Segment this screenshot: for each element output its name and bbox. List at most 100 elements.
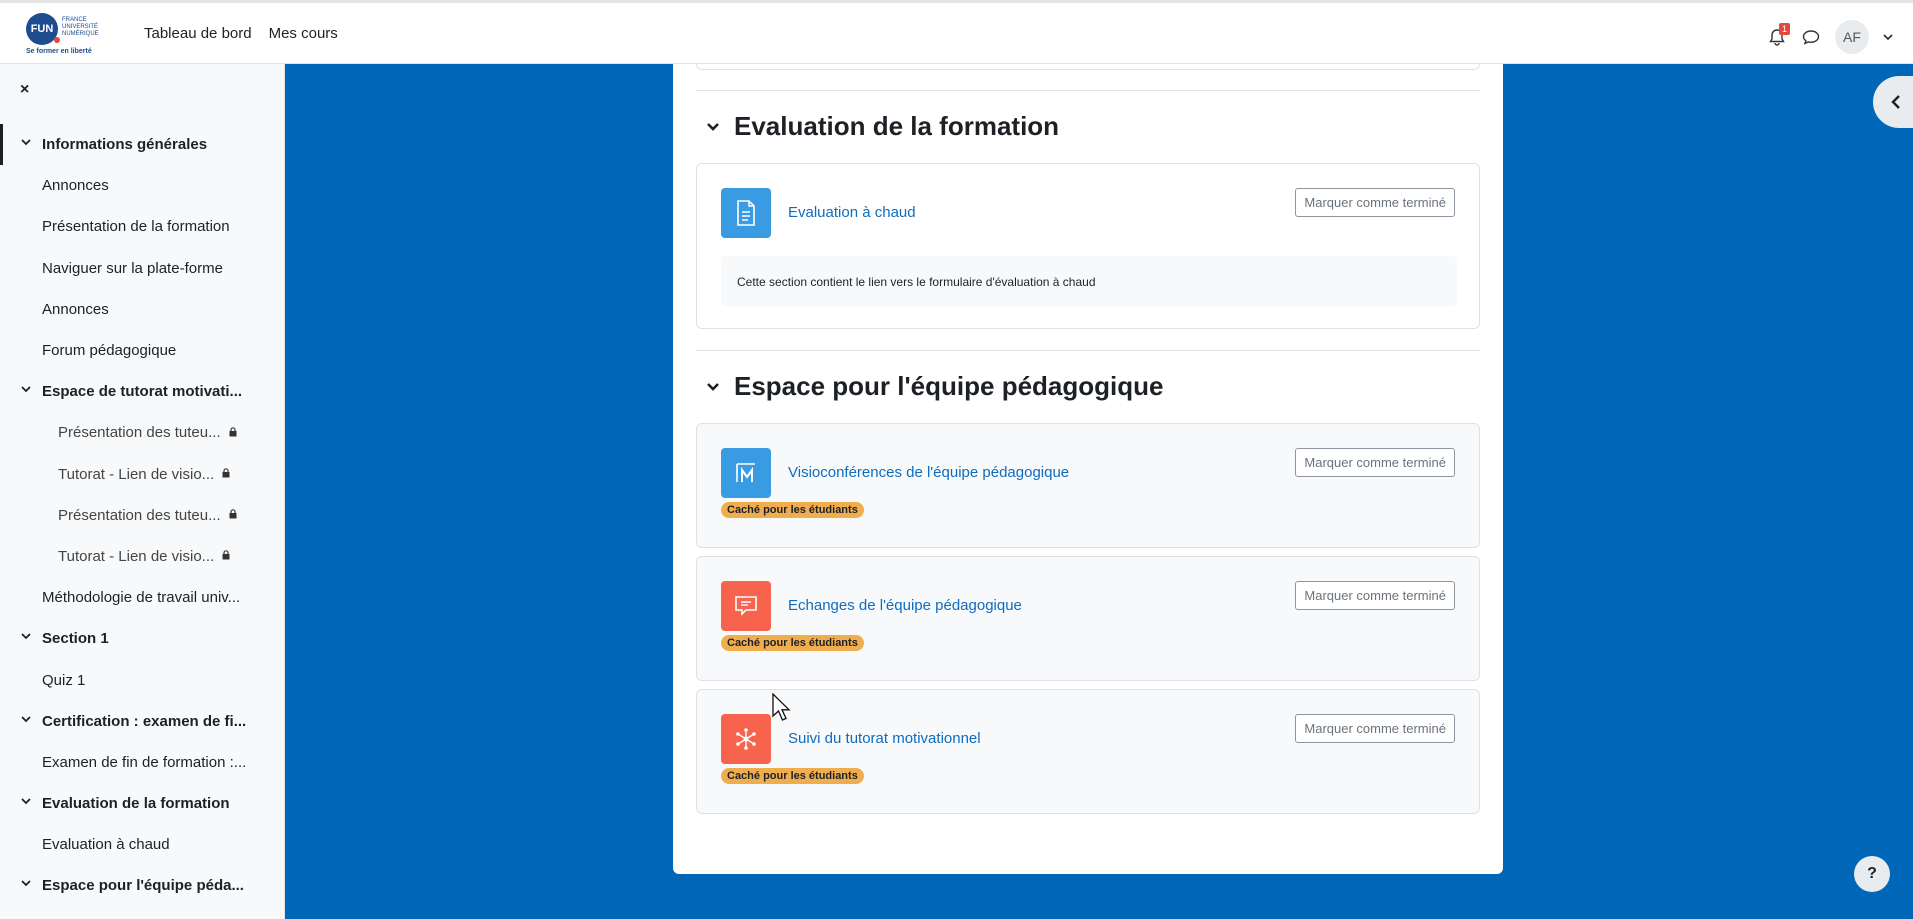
course-index-label: Espace pour l'équipe péda... bbox=[42, 877, 244, 895]
lock-icon bbox=[222, 468, 230, 480]
activity-link[interactable]: Suivi du tutorat motivationnel bbox=[788, 730, 981, 747]
course-index-label: Annonces bbox=[42, 300, 109, 318]
open-block-drawer-button[interactable] bbox=[1873, 76, 1913, 128]
notification-count-badge: 1 bbox=[1779, 23, 1791, 35]
section-title-team-space[interactable]: Espace pour l'équipe pédagogique bbox=[706, 371, 1163, 402]
course-index-item[interactable]: Forum pédagogique bbox=[0, 330, 284, 371]
course-index-section[interactable]: Section 1 bbox=[0, 618, 284, 659]
user-controls: 1 AF bbox=[1767, 20, 1893, 54]
course-index-section[interactable]: Informations générales bbox=[0, 124, 284, 166]
mark-complete-button[interactable]: Marquer comme terminé bbox=[1295, 581, 1455, 610]
section-heading: Evaluation de la formation bbox=[734, 111, 1060, 141]
logo-line: UNIVERSITÉ bbox=[62, 24, 99, 30]
top-navbar: FUN FRANCE UNIVERSITÉ NUMÉRIQUE Se forme… bbox=[0, 0, 1913, 64]
activity-link[interactable]: Visioconférences de l'équipe pédagogique bbox=[788, 464, 1069, 481]
course-index-item[interactable]: Annonces bbox=[0, 289, 284, 330]
user-menu-chevron-icon[interactable] bbox=[1883, 30, 1893, 44]
course-index-label: Quiz 1 bbox=[42, 671, 86, 689]
messages-button[interactable] bbox=[1801, 27, 1821, 47]
chevron-down-icon[interactable] bbox=[21, 137, 31, 147]
mark-complete-button[interactable]: Marquer comme terminé bbox=[1295, 448, 1455, 477]
course-index-item[interactable]: Evaluation à chaud bbox=[0, 824, 284, 865]
course-index-label: Evaluation à chaud bbox=[42, 836, 170, 854]
course-index-label: Evaluation de la formation bbox=[42, 795, 230, 813]
mark-complete-button[interactable]: Marquer comme terminé bbox=[1295, 188, 1455, 217]
course-index-item[interactable]: Méthodologie de travail univ... bbox=[0, 577, 284, 618]
course-index-item[interactable]: Présentation des tuteu... bbox=[0, 412, 284, 453]
course-index-section[interactable]: Espace pour l'équipe péda... bbox=[0, 865, 284, 906]
activity-card: Suivi du tutorat motivationnel Marquer c… bbox=[696, 689, 1480, 814]
course-index-label: Présentation des tuteu... bbox=[58, 506, 221, 524]
chat-icon bbox=[1802, 30, 1820, 45]
hidden-from-students-badge: Caché pour les étudiants bbox=[721, 768, 864, 784]
user-avatar[interactable]: AF bbox=[1835, 20, 1869, 54]
hub-icon bbox=[721, 714, 771, 764]
course-index-label: Espace de tutorat motivati... bbox=[42, 383, 243, 401]
course-index-item[interactable]: Présentation de la formation bbox=[0, 206, 284, 247]
activity-card: Echanges de l'équipe pédagogique Marquer… bbox=[696, 556, 1480, 681]
course-index-item[interactable]: Naviguer sur la plate-forme bbox=[0, 248, 284, 289]
chevron-down-icon[interactable] bbox=[21, 796, 31, 806]
activity-link[interactable]: Echanges de l'équipe pédagogique bbox=[788, 597, 1022, 614]
course-index-label: Présentation des tuteu... bbox=[58, 424, 221, 442]
course-index-label: Examen de fin de formation :... bbox=[42, 753, 247, 771]
course-index-label: Section 1 bbox=[42, 630, 109, 648]
course-index-label: Certification : examen de fi... bbox=[42, 712, 247, 730]
mouse-cursor-icon bbox=[772, 693, 791, 721]
nav-dashboard-link[interactable]: Tableau de bord bbox=[144, 25, 252, 42]
logo-line: NUMÉRIQUE bbox=[62, 31, 99, 37]
forum-icon bbox=[721, 581, 771, 631]
course-index-label: Naviguer sur la plate-forme bbox=[42, 259, 223, 277]
logo-text: FRANCE UNIVERSITÉ NUMÉRIQUE bbox=[62, 17, 99, 38]
course-index-item[interactable]: Tutorat - Lien de visio... bbox=[0, 454, 284, 495]
activity-description: Cette section contient le lien vers le f… bbox=[721, 256, 1457, 306]
activity-card: Visioconférences de l'équipe pédagogique… bbox=[696, 423, 1480, 548]
section-title-evaluation[interactable]: Evaluation de la formation bbox=[706, 111, 1059, 142]
primary-nav: Tableau de bord Mes cours bbox=[144, 25, 338, 42]
page-icon bbox=[721, 188, 771, 238]
chevron-down-icon[interactable] bbox=[21, 384, 31, 394]
course-index-label: Annonces bbox=[42, 177, 109, 195]
course-index-item[interactable]: Tutorat - Lien de visio... bbox=[0, 536, 284, 577]
hidden-from-students-badge: Caché pour les étudiants bbox=[721, 635, 864, 651]
course-index-item[interactable]: Quiz 1 bbox=[0, 659, 284, 700]
chevron-down-icon bbox=[707, 382, 719, 391]
activity-link[interactable]: Evaluation à chaud bbox=[788, 204, 916, 221]
chevron-left-icon bbox=[1891, 95, 1900, 109]
close-drawer-icon[interactable]: × bbox=[20, 81, 29, 99]
course-index: Informations générales Annonces Présentati… bbox=[0, 124, 284, 907]
mark-complete-button[interactable]: Marquer comme terminé bbox=[1295, 714, 1455, 743]
help-button[interactable]: ? bbox=[1854, 856, 1890, 892]
previous-section-edge bbox=[696, 64, 1480, 70]
bigbluebutton-icon bbox=[721, 448, 771, 498]
course-index-section[interactable]: Espace de tutorat motivati... bbox=[0, 371, 284, 412]
notifications-button[interactable]: 1 bbox=[1767, 23, 1791, 47]
course-index-item[interactable]: Présentation des tuteu... bbox=[0, 495, 284, 536]
logo-dot bbox=[54, 37, 60, 43]
course-index-section[interactable]: Certification : examen de fi... bbox=[0, 701, 284, 742]
hidden-from-students-badge: Caché pour les étudiants bbox=[721, 502, 864, 518]
course-index-item[interactable]: Annonces bbox=[0, 165, 284, 206]
course-index-section[interactable]: Evaluation de la formation bbox=[0, 783, 284, 824]
section-divider bbox=[696, 90, 1480, 91]
chevron-down-icon[interactable] bbox=[21, 878, 31, 888]
section-divider bbox=[696, 350, 1480, 351]
course-index-label: Informations générales bbox=[42, 136, 208, 154]
chevron-down-icon[interactable] bbox=[21, 714, 31, 724]
course-index-label: Forum pédagogique bbox=[42, 342, 177, 360]
course-index-drawer: × Informations générales Annonces Présenta… bbox=[0, 64, 285, 919]
chevron-down-icon bbox=[707, 122, 719, 131]
activity-card: Evaluation à chaud Marquer comme terminé… bbox=[696, 163, 1480, 329]
nav-my-courses-link[interactable]: Mes cours bbox=[269, 25, 338, 42]
lock-icon bbox=[229, 427, 237, 439]
lock-icon bbox=[222, 550, 230, 562]
course-index-item[interactable]: Examen de fin de formation :... bbox=[0, 742, 284, 783]
course-index-label: Méthodologie de travail univ... bbox=[42, 589, 241, 607]
chevron-down-icon[interactable] bbox=[21, 631, 31, 641]
site-logo[interactable]: FUN FRANCE UNIVERSITÉ NUMÉRIQUE Se forme… bbox=[26, 13, 102, 57]
course-content: Evaluation de la formation Evaluation à … bbox=[673, 64, 1503, 874]
lock-icon bbox=[229, 509, 237, 521]
logo-line: FRANCE bbox=[62, 17, 87, 23]
logo-tagline: Se former en liberté bbox=[26, 48, 92, 55]
course-index-label: Tutorat - Lien de visio... bbox=[58, 465, 215, 483]
